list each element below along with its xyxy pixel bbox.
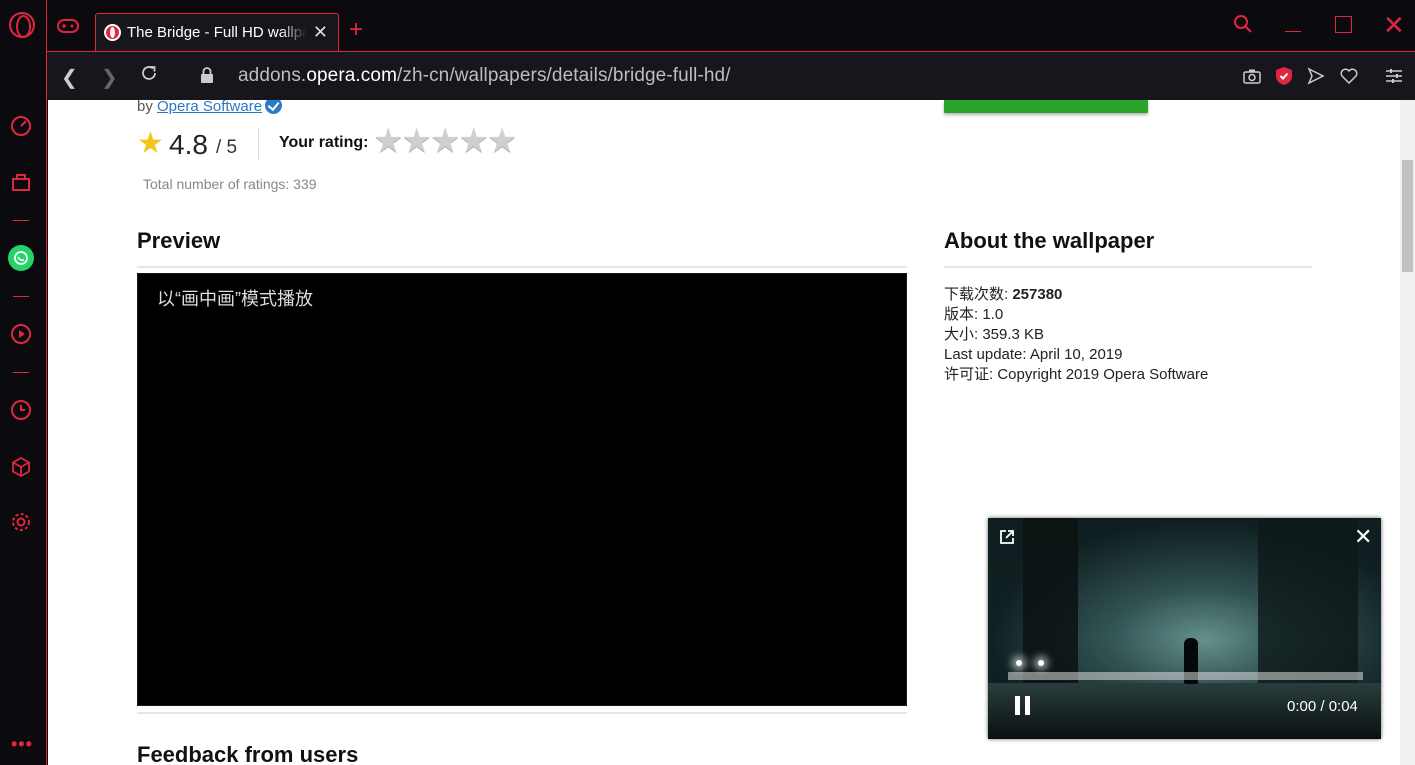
last-update-row: Last update: April 10, 2019: [944, 346, 1123, 363]
downloads-value: 257380: [1012, 286, 1063, 303]
divider: [137, 712, 907, 714]
history-icon[interactable]: [9, 398, 33, 422]
tab-title: The Bridge - Full HD wallpaper: [127, 24, 307, 41]
feedback-heading: Feedback from users: [137, 742, 359, 765]
url-prefix: addons.: [238, 65, 307, 86]
wallpaper-info: 下载次数: 257380 版本: 1.0 大小: 359.3 KB Last u…: [944, 285, 1208, 385]
scrollbar-thumb[interactable]: [1402, 160, 1413, 272]
byline: by Opera Software: [137, 100, 283, 115]
video-frame-lights: [1016, 660, 1046, 668]
pip-progress-bar[interactable]: [1008, 672, 1363, 680]
settings-icon[interactable]: [9, 510, 33, 534]
minimize-button[interactable]: [1285, 31, 1301, 32]
back-button[interactable]: ❮: [61, 65, 78, 90]
pause-icon[interactable]: [1015, 696, 1031, 715]
snapshot-icon[interactable]: [1242, 66, 1262, 86]
pip-placeholder-text: 以“画中画”模式播放: [157, 289, 313, 309]
tab-close-icon[interactable]: ✕: [313, 23, 328, 41]
new-tab-button[interactable]: +: [349, 18, 363, 42]
verified-icon: [265, 100, 283, 114]
more-options-icon[interactable]: •••: [11, 734, 33, 755]
downloads-label: 下载次数:: [944, 286, 1013, 303]
preview-video[interactable]: 以“画中画”模式播放: [137, 273, 907, 706]
maximize-button[interactable]: [1335, 16, 1352, 33]
pop-back-icon[interactable]: [999, 529, 1015, 550]
star-icon: ★: [137, 127, 164, 160]
extensions-icon[interactable]: [9, 455, 33, 479]
lock-icon[interactable]: [200, 67, 214, 89]
size-row: 大小: 359.3 KB: [944, 326, 1045, 343]
rating-max: / 5: [216, 137, 238, 158]
opera-favicon-icon: [104, 24, 121, 41]
easy-setup-icon[interactable]: [1384, 66, 1404, 86]
byline-prefix: by: [137, 100, 153, 115]
gx-control-icon[interactable]: [57, 18, 79, 39]
downloads-row: 下载次数: 257380: [944, 285, 1208, 305]
send-icon[interactable]: [1306, 66, 1326, 86]
speed-dial-icon[interactable]: [9, 113, 33, 137]
player-icon[interactable]: [9, 322, 33, 346]
add-to-opera-button[interactable]: [944, 100, 1148, 113]
browser-window: ••• The Bridge - Full HD wallpaper ✕ + ✕…: [0, 0, 1415, 765]
about-heading: About the wallpaper: [944, 228, 1155, 253]
divider: [944, 266, 1312, 268]
heart-icon[interactable]: [1339, 66, 1359, 86]
divider: [137, 266, 907, 268]
opera-menu-icon[interactable]: [9, 12, 35, 38]
video-frame-pillar: [1258, 518, 1358, 688]
sidebar-divider: [13, 220, 29, 221]
reload-button[interactable]: [140, 64, 158, 88]
license-row: 许可证: Copyright 2019 Opera Software: [944, 366, 1209, 383]
shopping-icon[interactable]: [9, 170, 33, 194]
sidebar-divider: [13, 372, 29, 373]
pip-close-icon[interactable]: ✕: [1354, 526, 1372, 548]
address-bar: ❮ ❯ addons.opera.com/zh-cn/wallpapers/de…: [47, 51, 1415, 100]
your-rating-label: Your rating:: [279, 134, 369, 151]
rate-stars[interactable]: ★★★★★: [373, 122, 517, 160]
url-path: /zh-cn/wallpapers/details/bridge-full-hd…: [397, 65, 731, 86]
sidebar-divider: [13, 296, 29, 297]
tab-bar: The Bridge - Full HD wallpaper ✕ + ✕: [47, 0, 1415, 51]
adblock-shield-icon[interactable]: [1274, 66, 1294, 86]
whatsapp-icon[interactable]: [8, 245, 34, 271]
total-ratings: Total number of ratings: 339: [143, 176, 317, 192]
version-row: 版本: 1.0: [944, 306, 1004, 323]
tab-search-icon[interactable]: [1233, 14, 1253, 39]
pip-video-player[interactable]: ✕ 0:00 / 0:04: [988, 518, 1381, 739]
url-host: opera.com: [306, 65, 397, 86]
url-field[interactable]: addons.opera.com/zh-cn/wallpapers/detail…: [238, 65, 731, 87]
forward-button[interactable]: ❯: [101, 65, 118, 90]
close-window-button[interactable]: ✕: [1383, 12, 1405, 38]
page-scrollbar[interactable]: [1400, 100, 1415, 765]
sidebar: •••: [0, 0, 47, 765]
rating-value: 4.8: [169, 129, 208, 160]
rating-divider: [258, 127, 259, 161]
pip-time: 0:00 / 0:04: [1287, 698, 1358, 715]
author-link[interactable]: Opera Software: [157, 100, 262, 115]
tab-active[interactable]: The Bridge - Full HD wallpaper ✕: [95, 13, 339, 51]
preview-heading: Preview: [137, 228, 221, 253]
